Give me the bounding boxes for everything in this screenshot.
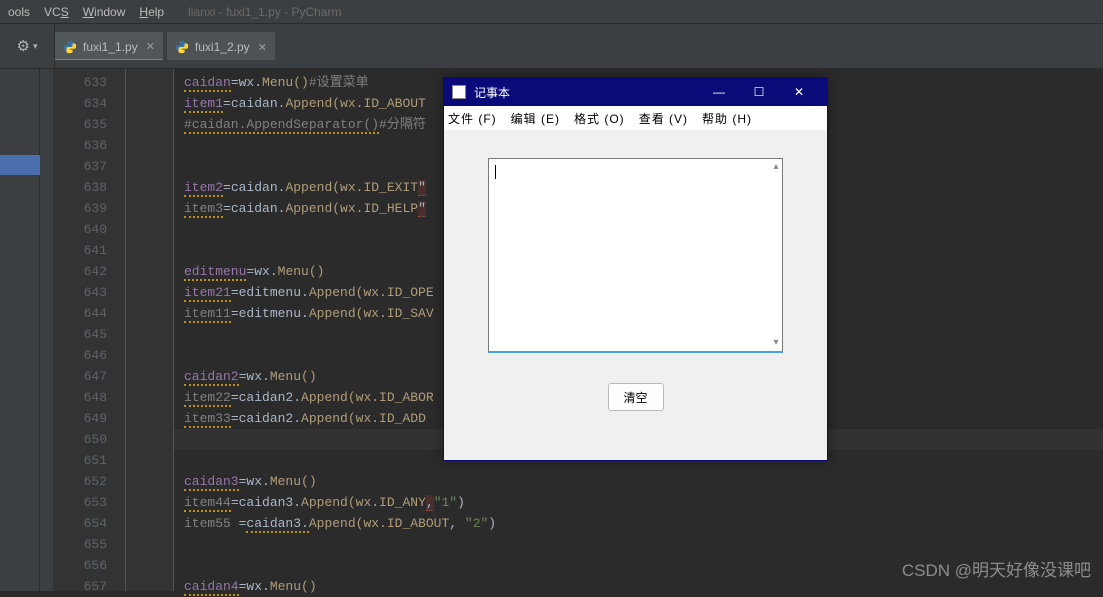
settings-dropdown[interactable]: ⚙ ▾: [0, 24, 55, 68]
close-icon[interactable]: ✕: [258, 41, 267, 54]
line-number: 633: [54, 72, 125, 93]
line-number: 654: [54, 513, 125, 534]
editor-area: 633 634 635 636 637 638 639 640 641 642 …: [0, 69, 1103, 591]
line-number: 648: [54, 387, 125, 408]
selection-marker: [0, 155, 40, 175]
tab-label: fuxi1_1.py: [83, 40, 138, 54]
menu-vcs[interactable]: VCS: [44, 5, 69, 19]
line-number: 643: [54, 282, 125, 303]
python-file-icon: [63, 40, 77, 54]
line-number: 650: [54, 429, 125, 450]
tab-fuxi1-2[interactable]: fuxi1_2.py ✕: [167, 32, 275, 60]
tool-window-stripe: [40, 69, 54, 591]
line-number: 655: [54, 534, 125, 555]
line-number: 649: [54, 408, 125, 429]
python-file-icon: [175, 40, 189, 54]
line-number: 644: [54, 303, 125, 324]
chevron-down-icon: ▾: [33, 41, 38, 52]
main-menubar: ools VCS Window Help lianxi - fuxi1_1.py…: [0, 0, 1103, 24]
line-number: 635: [54, 114, 125, 135]
window-title: lianxi - fuxi1_1.py - PyCharm: [188, 5, 341, 19]
code-editor[interactable]: caidan=wx.Menu()#设置菜单 item1=caidan.Appen…: [174, 69, 1103, 591]
line-number: 638: [54, 177, 125, 198]
line-number: 637: [54, 156, 125, 177]
gear-icon: ⚙: [17, 37, 30, 55]
line-number: 656: [54, 555, 125, 576]
gutter-fold-area: [126, 69, 174, 591]
line-number: 642: [54, 261, 125, 282]
menu-help[interactable]: Help: [139, 5, 164, 19]
toolbar: ⚙ ▾ fuxi1_1.py ✕ fuxi1_2.py ✕: [0, 24, 1103, 69]
line-number: 653: [54, 492, 125, 513]
line-number: 657: [54, 576, 125, 597]
menu-tools[interactable]: ools: [8, 5, 30, 19]
line-number: 639: [54, 198, 125, 219]
line-number: 651: [54, 450, 125, 471]
line-number: 646: [54, 345, 125, 366]
line-number: 641: [54, 240, 125, 261]
line-number: 647: [54, 366, 125, 387]
close-icon[interactable]: ✕: [146, 40, 155, 53]
line-number: 652: [54, 471, 125, 492]
menu-window[interactable]: Window: [83, 5, 126, 19]
line-number-gutter[interactable]: 633 634 635 636 637 638 639 640 641 642 …: [54, 69, 126, 591]
tool-window-bar-left[interactable]: [0, 69, 40, 591]
tab-label: fuxi1_2.py: [195, 40, 250, 54]
line-number: 645: [54, 324, 125, 345]
line-number: 636: [54, 135, 125, 156]
tab-fuxi1-1[interactable]: fuxi1_1.py ✕: [55, 32, 163, 60]
line-number: 640: [54, 219, 125, 240]
editor-tabs: fuxi1_1.py ✕ fuxi1_2.py ✕: [55, 32, 279, 60]
line-number: 634: [54, 93, 125, 114]
